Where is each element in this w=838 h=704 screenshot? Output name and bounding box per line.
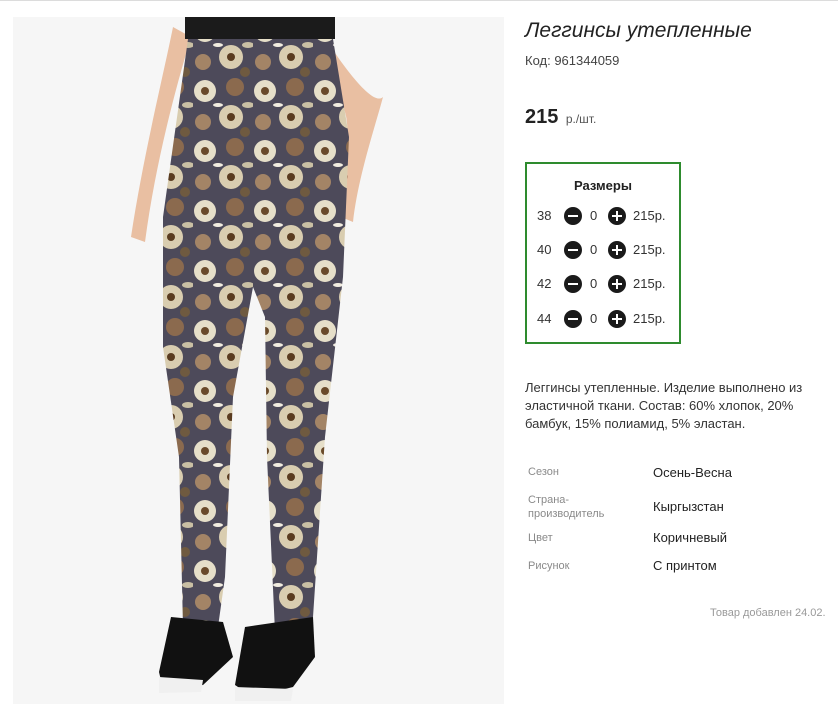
spec-key: Сезон (528, 466, 559, 478)
size-row-38: 38 0 215р. (527, 206, 679, 226)
minus-icon[interactable] (564, 207, 582, 225)
product-code: Код: 961344059 (525, 53, 620, 68)
spec-key: Страна-производитель (528, 494, 605, 520)
size-label: 44 (537, 311, 552, 326)
plus-icon[interactable] (608, 241, 626, 259)
size-quantity: 0 (590, 311, 598, 326)
size-quantity: 0 (590, 242, 598, 257)
plus-icon[interactable] (608, 275, 626, 293)
size-price: 215р. (633, 208, 666, 223)
size-row-40: 40 0 215р. (527, 240, 679, 260)
size-label: 38 (537, 208, 552, 223)
price-amount: 215 (525, 106, 559, 128)
sizes-title: Размеры (574, 178, 632, 193)
added-date: Товар добавлен 24.02. (710, 607, 826, 619)
price-unit: р./шт. (565, 112, 597, 126)
plus-icon[interactable] (608, 310, 626, 328)
size-label: 42 (537, 276, 552, 291)
minus-icon[interactable] (564, 241, 582, 259)
spec-value: Коричневый (653, 530, 727, 545)
product-description: Леггинсы утепленные. Изделие выполнено и… (525, 380, 803, 431)
spec-value: Кыргызстан (653, 499, 724, 514)
size-label: 40 (537, 242, 552, 257)
sizes-panel: Размеры 38 0 215р. 40 0 215р. 42 0 215р.… (525, 162, 681, 344)
spec-value: Осень-Весна (653, 465, 732, 480)
size-row-42: 42 0 215р. (527, 274, 679, 294)
product-price: 215 р./шт. (525, 106, 596, 129)
top-divider (0, 0, 838, 1)
spec-value: С принтом (653, 558, 717, 573)
size-quantity: 0 (590, 208, 598, 223)
product-photo[interactable] (13, 17, 504, 704)
size-row-44: 44 0 215р. (527, 309, 679, 329)
spec-key: Рисунок (528, 560, 570, 572)
size-price: 215р. (633, 242, 666, 257)
plus-icon[interactable] (608, 207, 626, 225)
size-price: 215р. (633, 276, 666, 291)
minus-icon[interactable] (564, 275, 582, 293)
product-title: Леггинсы утепленные (525, 19, 752, 42)
size-price: 215р. (633, 311, 666, 326)
spec-key: Цвет (528, 532, 553, 544)
size-quantity: 0 (590, 276, 598, 291)
leggings-illustration (131, 17, 383, 701)
minus-icon[interactable] (564, 310, 582, 328)
